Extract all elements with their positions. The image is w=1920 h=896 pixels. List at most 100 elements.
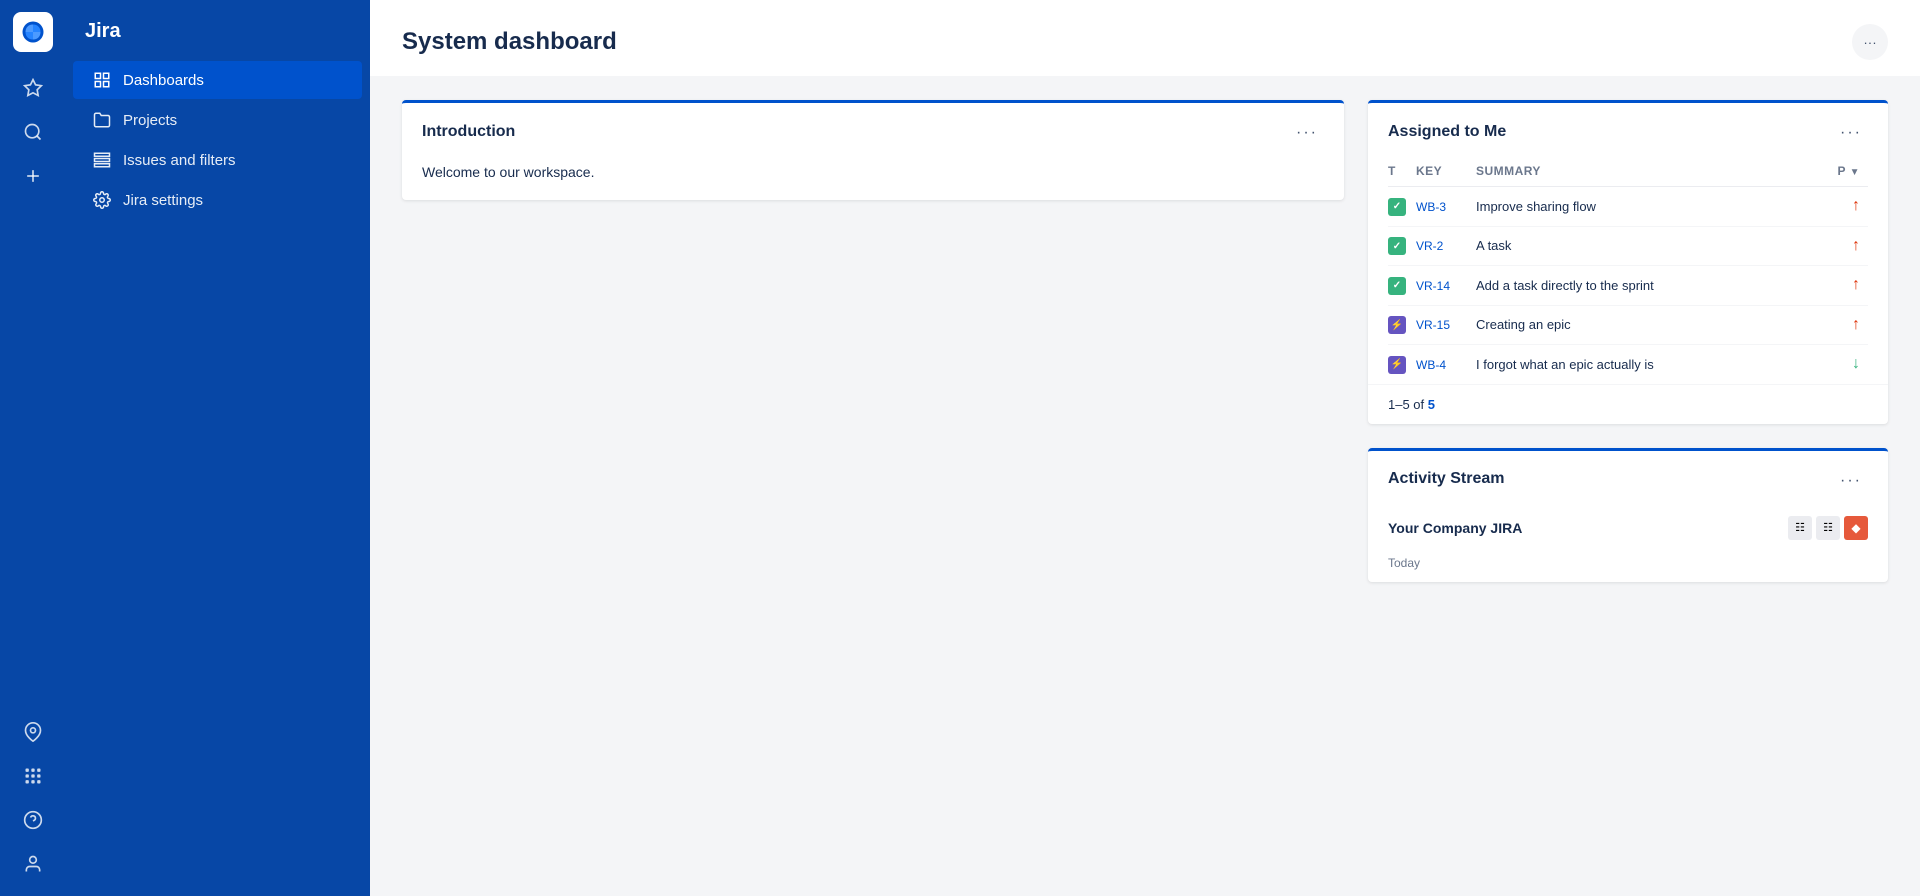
assigned-table: T Key Summary P ▼ ✓ <box>1388 156 1868 384</box>
assigned-to-me-widget: Assigned to Me ··· T Key Summary <box>1368 100 1888 424</box>
page-more-button[interactable]: ··· <box>1852 24 1888 60</box>
issue-key-link[interactable]: WB-3 <box>1416 200 1446 214</box>
dashboard-content: Introduction ··· Welcome to our workspac… <box>370 76 1920 606</box>
sidebar: Jira Dashboards Projects Issues and filt… <box>65 0 370 896</box>
cell-priority: ↑ <box>1828 187 1868 227</box>
issue-key-link[interactable]: VR-2 <box>1416 239 1443 253</box>
assigned-header: Assigned to Me ··· <box>1368 103 1888 156</box>
cell-summary[interactable]: A task <box>1476 226 1828 266</box>
activity-more-button[interactable]: ··· <box>1834 467 1868 492</box>
assigned-title: Assigned to Me <box>1388 123 1506 141</box>
introduction-text: Welcome to our workspace. <box>422 156 1324 180</box>
activity-title: Activity Stream <box>1388 470 1505 488</box>
cell-priority: ↓ <box>1828 345 1868 384</box>
issue-type-icon: ✓ <box>1388 277 1406 295</box>
activity-date: Today <box>1368 552 1888 582</box>
issue-summary: Add a task directly to the sprint <box>1476 278 1654 293</box>
issue-type-icon: ✓ <box>1388 198 1406 216</box>
assigned-more-dots: ··· <box>1840 124 1862 141</box>
activity-company-name: Your Company JIRA <box>1388 520 1522 536</box>
help-icon[interactable] <box>13 800 53 840</box>
apps-icon[interactable] <box>13 756 53 796</box>
cell-key[interactable]: WB-4 <box>1416 345 1476 384</box>
introduction-title: Introduction <box>422 123 515 141</box>
issue-type-icon: ⚡ <box>1388 356 1406 374</box>
introduction-header: Introduction ··· <box>402 103 1344 156</box>
cell-key[interactable]: WB-3 <box>1416 187 1476 227</box>
icon-rail <box>0 0 65 896</box>
sidebar-item-dashboards[interactable]: Dashboards <box>73 61 362 99</box>
issue-key-link[interactable]: WB-4 <box>1416 358 1446 372</box>
projects-icon <box>93 111 111 129</box>
activity-icon-buttons: ☷ ☷ ◆ <box>1788 516 1868 540</box>
issues-icon <box>93 151 111 169</box>
cell-type: ✓ <box>1388 266 1416 306</box>
priority-high-icon: ↑ <box>1852 237 1860 254</box>
assigned-table-container: T Key Summary P ▼ ✓ <box>1368 156 1888 384</box>
cell-summary[interactable]: I forgot what an epic actually is <box>1476 345 1828 384</box>
right-column: Assigned to Me ··· T Key Summary <box>1368 100 1888 582</box>
cell-priority: ↑ <box>1828 266 1868 306</box>
page-header: System dashboard ··· <box>370 0 1920 76</box>
activity-list-icon[interactable]: ☷ <box>1788 516 1812 540</box>
pin-icon[interactable] <box>13 712 53 752</box>
issue-type-icon: ⚡ <box>1388 316 1406 334</box>
priority-high-icon: ↑ <box>1852 276 1860 293</box>
priority-high-icon: ↑ <box>1852 316 1860 333</box>
cell-type: ✓ <box>1388 187 1416 227</box>
sidebar-item-jira-settings[interactable]: Jira settings <box>73 181 362 219</box>
sidebar-settings-label: Jira settings <box>123 192 203 209</box>
cell-key[interactable]: VR-14 <box>1416 266 1476 306</box>
sidebar-item-projects[interactable]: Projects <box>73 101 362 139</box>
col-type: T <box>1388 156 1416 187</box>
sidebar-issues-label: Issues and filters <box>123 152 236 169</box>
cell-key[interactable]: VR-15 <box>1416 305 1476 345</box>
page-title: System dashboard <box>402 28 617 56</box>
activity-company-row: Your Company JIRA ☷ ☷ ◆ <box>1368 504 1888 552</box>
issue-key-link[interactable]: VR-15 <box>1416 318 1450 332</box>
issue-summary: A task <box>1476 238 1511 253</box>
introduction-widget: Introduction ··· Welcome to our workspac… <box>402 100 1344 200</box>
search-icon[interactable] <box>13 112 53 152</box>
activity-grid-icon[interactable]: ☷ <box>1816 516 1840 540</box>
priority-low-icon: ↓ <box>1852 355 1860 372</box>
assigned-more-button[interactable]: ··· <box>1834 119 1868 144</box>
pagination-total-link[interactable]: 5 <box>1428 397 1435 412</box>
priority-high-icon: ↑ <box>1852 197 1860 214</box>
sidebar-item-issues-filters[interactable]: Issues and filters <box>73 141 362 179</box>
intro-more-dots: ··· <box>1296 124 1318 141</box>
user-avatar-icon[interactable] <box>13 844 53 884</box>
activity-stream-widget: Activity Stream ··· Your Company JIRA ☷ … <box>1368 448 1888 582</box>
favorites-icon[interactable] <box>13 68 53 108</box>
table-row[interactable]: ⚡ WB-4 I forgot what an epic actually is… <box>1388 345 1868 384</box>
settings-icon <box>93 191 111 209</box>
left-column: Introduction ··· Welcome to our workspac… <box>402 100 1344 200</box>
introduction-body: Welcome to our workspace. <box>402 156 1344 200</box>
cell-priority: ↑ <box>1828 305 1868 345</box>
app-logo[interactable] <box>13 12 53 52</box>
create-icon[interactable] <box>13 156 53 196</box>
cell-summary[interactable]: Improve sharing flow <box>1476 187 1828 227</box>
sidebar-app-title: Jira <box>65 12 370 59</box>
col-priority: P ▼ <box>1828 156 1868 187</box>
table-row[interactable]: ⚡ VR-15 Creating an epic ↑ <box>1388 305 1868 345</box>
issue-key-link[interactable]: VR-14 <box>1416 279 1450 293</box>
issue-summary: I forgot what an epic actually is <box>1476 357 1654 372</box>
cell-summary[interactable]: Add a task directly to the sprint <box>1476 266 1828 306</box>
table-row[interactable]: ✓ VR-2 A task ↑ <box>1388 226 1868 266</box>
cell-summary[interactable]: Creating an epic <box>1476 305 1828 345</box>
col-summary: Summary <box>1476 156 1828 187</box>
cell-type: ⚡ <box>1388 305 1416 345</box>
introduction-more-button[interactable]: ··· <box>1290 119 1324 144</box>
issue-summary: Creating an epic <box>1476 317 1571 332</box>
dashboards-icon <box>93 71 111 89</box>
main-content: System dashboard ··· Introduction ··· We… <box>370 0 1920 896</box>
page-more-dots: ··· <box>1863 35 1876 50</box>
issue-summary: Improve sharing flow <box>1476 199 1596 214</box>
table-row[interactable]: ✓ VR-14 Add a task directly to the sprin… <box>1388 266 1868 306</box>
pagination: 1–5 of 5 <box>1368 384 1888 424</box>
pagination-range: 1–5 of 5 <box>1388 397 1435 412</box>
activity-rss-icon[interactable]: ◆ <box>1844 516 1868 540</box>
table-row[interactable]: ✓ WB-3 Improve sharing flow ↑ <box>1388 187 1868 227</box>
cell-key[interactable]: VR-2 <box>1416 226 1476 266</box>
